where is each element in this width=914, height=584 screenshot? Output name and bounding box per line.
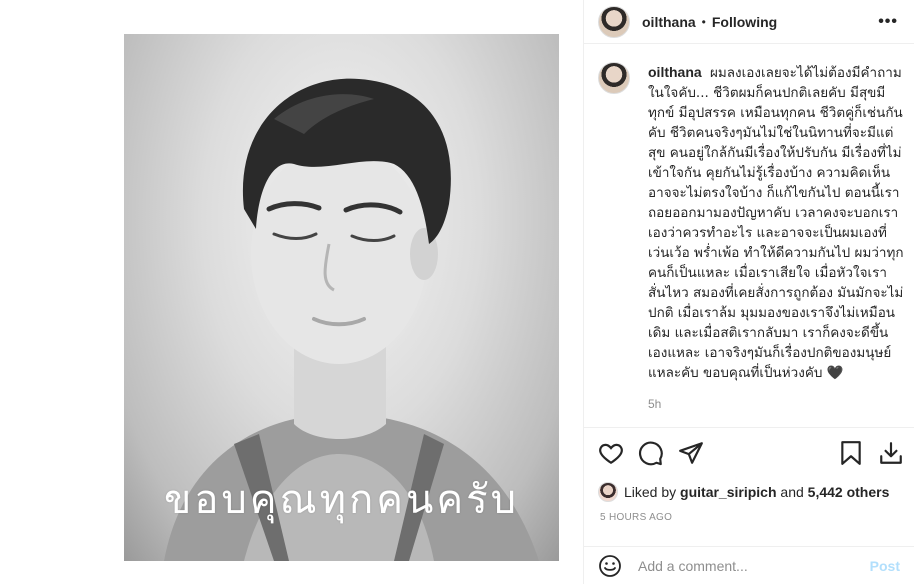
likes-summary: Liked by guitar_siripich and 5,442 other… xyxy=(598,482,904,502)
posted-time[interactable]: 5 HOURS AGO xyxy=(600,512,672,523)
caption-comment: oilthana ผมลงเองเลยจะได้ไม่ต้องมีคำถามใน… xyxy=(598,62,906,383)
caption-username[interactable]: oilthana xyxy=(648,64,702,80)
bookmark-icon[interactable] xyxy=(838,440,864,466)
avatar[interactable] xyxy=(598,482,618,502)
post-header: oilthana • Following ••• xyxy=(584,0,914,44)
caption-text: ผมลงเองเลยจะได้ไม่ต้องมีคำถามในใจคับ... … xyxy=(648,65,904,381)
share-icon[interactable] xyxy=(678,440,704,466)
download-icon[interactable] xyxy=(878,440,904,466)
likes-others-link[interactable]: 5,442 others xyxy=(808,484,890,500)
caption-body: oilthana ผมลงเองเลยจะได้ไม่ต้องมีคำถามใน… xyxy=(648,62,904,383)
more-icon[interactable]: ••• xyxy=(878,13,898,31)
avatar[interactable] xyxy=(598,62,630,94)
likes-prefix: Liked by xyxy=(624,484,677,500)
post-button[interactable]: Post xyxy=(870,558,900,574)
post-side-panel: oilthana • Following ••• oilthana ผมลงเอ… xyxy=(584,0,914,584)
following-button[interactable]: Following xyxy=(712,14,777,30)
likes-joiner: and xyxy=(780,484,804,500)
action-bar xyxy=(584,427,914,479)
post-photo[interactable]: ขอบคุณทุกคนครับ xyxy=(124,34,559,561)
comment-input[interactable] xyxy=(638,557,848,574)
caption-area: oilthana ผมลงเองเลยจะได้ไม่ต้องมีคำถามใน… xyxy=(598,62,906,414)
comment-bar: Post xyxy=(584,546,914,584)
emoji-icon[interactable] xyxy=(598,554,622,578)
caption-time[interactable]: 5h xyxy=(648,397,906,411)
avatar[interactable] xyxy=(598,5,630,38)
comment-icon[interactable] xyxy=(638,440,664,466)
header-username[interactable]: oilthana xyxy=(642,14,696,30)
photo-caption-text: ขอบคุณทุกคนครับ xyxy=(164,477,519,523)
header-separator: • xyxy=(701,14,706,29)
liker-username[interactable]: guitar_siripich xyxy=(680,484,776,500)
post-media-pane: ขอบคุณทุกคนครับ xyxy=(0,0,584,584)
heart-icon[interactable] xyxy=(598,440,624,466)
